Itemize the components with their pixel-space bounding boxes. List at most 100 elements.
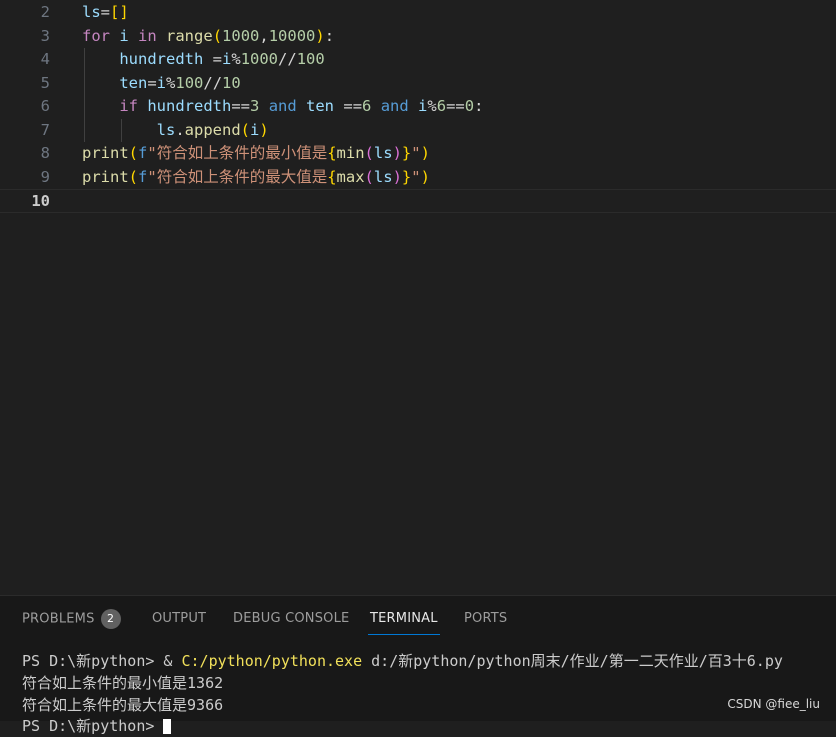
code-line[interactable]: 9 print(f"符合如上条件的最大值是{max(ls)}") — [0, 166, 836, 190]
line-number: 7 — [40, 120, 50, 139]
code-token: . — [175, 120, 185, 139]
code-token: hundredth — [82, 50, 213, 68]
code-token: 6 — [362, 97, 372, 115]
bottom-panel: PROBLEMS 2 OUTPUT DEBUG CONSOLE TERMINAL … — [0, 595, 836, 735]
tab-ports[interactable]: PORTS — [464, 611, 507, 626]
terminal-cursor — [163, 719, 172, 734]
code-token: hundredth — [138, 97, 232, 115]
code-token: and — [380, 97, 409, 115]
code-text: if hundredth==3 and ten ==6 and i%6==0: — [82, 95, 483, 119]
line-number: 5 — [40, 73, 50, 92]
line-number: 3 — [40, 26, 50, 45]
code-token: " — [411, 167, 421, 186]
code-token: ( — [212, 26, 223, 45]
code-line[interactable]: 3 for i in range(1000,10000): — [0, 25, 836, 49]
tab-label: PORTS — [464, 611, 508, 626]
line-number: 8 — [40, 144, 50, 162]
code-token: 10 — [222, 73, 241, 92]
code-token: 3 — [250, 97, 260, 115]
tab-terminal[interactable]: TERMINAL — [368, 611, 440, 635]
watermark: CSDN @fiee_liu — [727, 697, 820, 711]
code-token: 100 — [296, 50, 325, 68]
code-token: ) — [392, 167, 402, 186]
code-token: " — [411, 144, 421, 162]
code-token: [] — [110, 3, 129, 21]
tab-label: OUTPUT — [152, 611, 207, 626]
code-token: ) — [315, 26, 325, 45]
code-token: max — [336, 167, 365, 186]
code-token: { — [327, 167, 337, 186]
code-token: i — [250, 120, 260, 139]
code-token: 0 — [464, 97, 475, 115]
code-token: if — [119, 97, 138, 115]
code-token: 1000 — [222, 26, 260, 45]
code-text: hundredth =i%1000//100 — [82, 48, 325, 72]
code-editor[interactable]: 2 ls=[] 3 for i in range(1000,10000): 4 hund… — [0, 0, 836, 595]
tab-label: TERMINAL — [370, 611, 438, 626]
code-token: } — [401, 144, 412, 162]
tab-label: DEBUG CONSOLE — [233, 611, 350, 626]
code-token: i — [222, 50, 232, 68]
code-line[interactable]: 6 if hundredth==3 and ten ==6 and i%6==0… — [0, 95, 836, 119]
terminal-input-line[interactable]: PS D:\新python> — [22, 715, 172, 737]
code-token: : — [324, 26, 335, 45]
code-token: ls — [82, 3, 101, 21]
code-token: == — [446, 97, 465, 115]
code-token: ( — [128, 167, 139, 186]
code-token: == — [231, 97, 250, 115]
code-token: ) — [420, 144, 430, 162]
code-text: print(f"符合如上条件的最小值是{min(ls)}") — [82, 142, 430, 166]
code-token: ( — [364, 144, 374, 162]
code-token: print — [82, 144, 129, 162]
code-token: "符合如上条件的最小值是 — [147, 144, 328, 162]
code-token: i — [408, 97, 428, 115]
terminal-prompt: PS D:\新python> — [22, 717, 164, 735]
code-token: } — [401, 167, 412, 186]
code-token: ) — [259, 120, 269, 139]
tab-problems[interactable]: PROBLEMS 2 — [22, 609, 121, 629]
terminal-command-line[interactable]: PS D:\新python> & C:/python/python.exe d:… — [22, 650, 783, 672]
code-token: ) — [392, 144, 402, 162]
code-line[interactable]: 2 ls=[] — [0, 1, 836, 25]
code-token: // — [203, 73, 223, 92]
code-token: range — [166, 26, 213, 45]
code-token: ls — [373, 167, 393, 186]
code-token: ( — [364, 167, 374, 186]
code-line[interactable]: 7 ls.append(i) — [0, 119, 836, 143]
code-token: append — [184, 120, 241, 139]
code-line[interactable]: 4 hundredth =i%1000//100 — [0, 48, 836, 72]
code-token: 10000 — [268, 26, 316, 45]
code-line[interactable]: 8 print(f"符合如上条件的最小值是{min(ls)}") — [0, 142, 836, 166]
code-token: f — [138, 167, 148, 186]
code-text: for i in range(1000,10000): — [82, 25, 334, 49]
code-line[interactable]: 10 — [0, 189, 836, 213]
code-token: print — [82, 167, 129, 186]
code-token: and — [268, 97, 297, 115]
code-token: ( — [128, 144, 139, 162]
terminal-output-line: 符合如上条件的最大值是9366 — [22, 696, 224, 714]
code-token: { — [327, 144, 337, 162]
code-token: , — [259, 26, 269, 45]
code-token: ) — [420, 167, 430, 186]
terminal-prompt: PS D:\新python> & — [22, 652, 182, 670]
code-token: 1000 — [240, 50, 279, 68]
tab-output[interactable]: OUTPUT — [152, 611, 206, 626]
code-text: ten=i%100//10 — [82, 72, 241, 96]
code-text: ls.append(i) — [82, 119, 269, 143]
line-number: 6 — [40, 97, 50, 115]
tab-debug-console[interactable]: DEBUG CONSOLE — [233, 611, 349, 626]
line-number: 10 — [31, 192, 50, 210]
line-number: 9 — [40, 167, 50, 186]
terminal-exe-path: C:/python/python.exe — [181, 652, 363, 670]
code-line[interactable]: 5 ten=i%100//10 — [0, 72, 836, 96]
code-token: for — [82, 26, 110, 45]
code-token: = — [100, 3, 111, 21]
code-token: i — [156, 73, 167, 92]
code-token: ls — [373, 144, 393, 162]
code-token: = — [147, 73, 157, 92]
code-token: == — [343, 97, 363, 115]
